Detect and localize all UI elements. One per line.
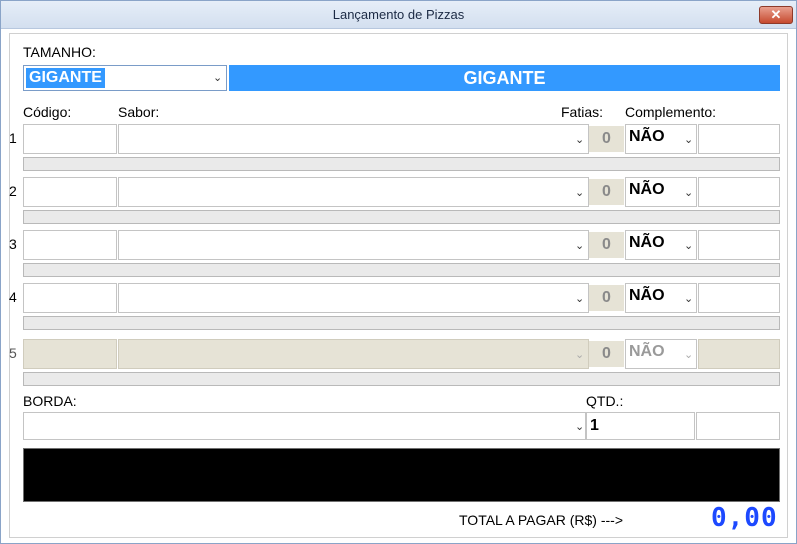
code-input[interactable] [23, 124, 117, 154]
row-status-bar [23, 157, 780, 171]
row-status-bar [23, 372, 780, 386]
chevron-down-icon[interactable]: ⌄ [575, 186, 584, 199]
slices-column-header: Fatias: [561, 104, 604, 120]
chevron-down-icon[interactable]: ⌄ [684, 133, 693, 146]
slices-value: 0 [589, 179, 624, 205]
complement-select[interactable]: NÃO ⌄ [625, 339, 697, 369]
slices-value: 0 [589, 232, 624, 258]
complement-select[interactable]: NÃO ⌄ [625, 230, 697, 260]
display-panel [23, 448, 780, 502]
slices-value: 0 [589, 285, 624, 311]
flavor-select[interactable]: ⌄ [118, 230, 589, 260]
title-bar[interactable]: Lançamento de Pizzas ✕ [1, 1, 796, 29]
slices-value: 0 [589, 126, 624, 152]
flavor-select[interactable]: ⌄ [118, 283, 589, 313]
flavor-column-header: Sabor: [118, 104, 160, 120]
complement-field[interactable] [698, 124, 780, 154]
flavor-select[interactable]: ⌄ [118, 177, 589, 207]
size-banner: GIGANTE [229, 65, 780, 91]
chevron-down-icon[interactable]: ⌄ [575, 292, 584, 305]
complement-field[interactable] [698, 339, 780, 369]
chevron-down-icon[interactable]: ⌄ [684, 239, 693, 252]
complement-field[interactable] [698, 230, 780, 260]
quantity-label: QTD.: [586, 393, 624, 409]
row-status-bar [23, 210, 780, 224]
complement-column-header: Complemento: [625, 104, 717, 120]
slices-value: 0 [589, 341, 624, 367]
row-number: 5 [9, 345, 17, 361]
chevron-down-icon[interactable]: ⌄ [575, 348, 584, 361]
complement-field[interactable] [698, 177, 780, 207]
code-input[interactable] [23, 230, 117, 260]
size-select[interactable]: GIGANTE ⌄ [23, 65, 227, 91]
row-number: 1 [9, 130, 17, 146]
complement-value: NÃO [629, 287, 665, 304]
quantity-value: 1 [590, 417, 599, 434]
close-button[interactable]: ✕ [759, 6, 793, 24]
complement-value: NÃO [629, 181, 665, 198]
quantity-extra-field[interactable] [696, 412, 780, 440]
border-label: BORDA: [23, 393, 77, 409]
row-status-bar [23, 316, 780, 330]
row-number: 2 [9, 183, 17, 199]
size-label: TAMANHO: [23, 44, 96, 60]
row-status-bar [23, 263, 780, 277]
chevron-down-icon[interactable]: ⌄ [684, 292, 693, 305]
chevron-down-icon[interactable]: ⌄ [684, 186, 693, 199]
total-value: 0,00 [711, 503, 778, 533]
complement-select[interactable]: NÃO ⌄ [625, 283, 697, 313]
complement-select[interactable]: NÃO ⌄ [625, 177, 697, 207]
chevron-down-icon[interactable]: ⌄ [213, 71, 222, 84]
complement-value: NÃO [629, 234, 665, 251]
code-column-header: Código: [23, 104, 72, 120]
size-selected-value: GIGANTE [26, 68, 105, 88]
flavor-select[interactable]: ⌄ [118, 339, 589, 369]
row-number: 3 [9, 236, 17, 252]
row-number: 4 [9, 289, 17, 305]
window-title: Lançamento de Pizzas [332, 7, 465, 22]
complement-field[interactable] [698, 283, 780, 313]
border-select[interactable]: ⌄ [23, 412, 586, 440]
complement-value: NÃO [629, 128, 665, 145]
code-input[interactable] [23, 283, 117, 313]
quantity-input[interactable]: 1 [586, 412, 695, 440]
total-label: TOTAL A PAGAR (R$) ---> [459, 512, 624, 528]
chevron-down-icon[interactable]: ⌄ [575, 239, 584, 252]
flavor-select[interactable]: ⌄ [118, 124, 589, 154]
complement-value: NÃO [629, 343, 665, 360]
code-input[interactable] [23, 339, 117, 369]
complement-select[interactable]: NÃO ⌄ [625, 124, 697, 154]
chevron-down-icon[interactable]: ⌄ [575, 133, 584, 146]
chevron-down-icon[interactable]: ⌄ [575, 420, 584, 433]
chevron-down-icon[interactable]: ⌄ [684, 348, 693, 361]
code-input[interactable] [23, 177, 117, 207]
